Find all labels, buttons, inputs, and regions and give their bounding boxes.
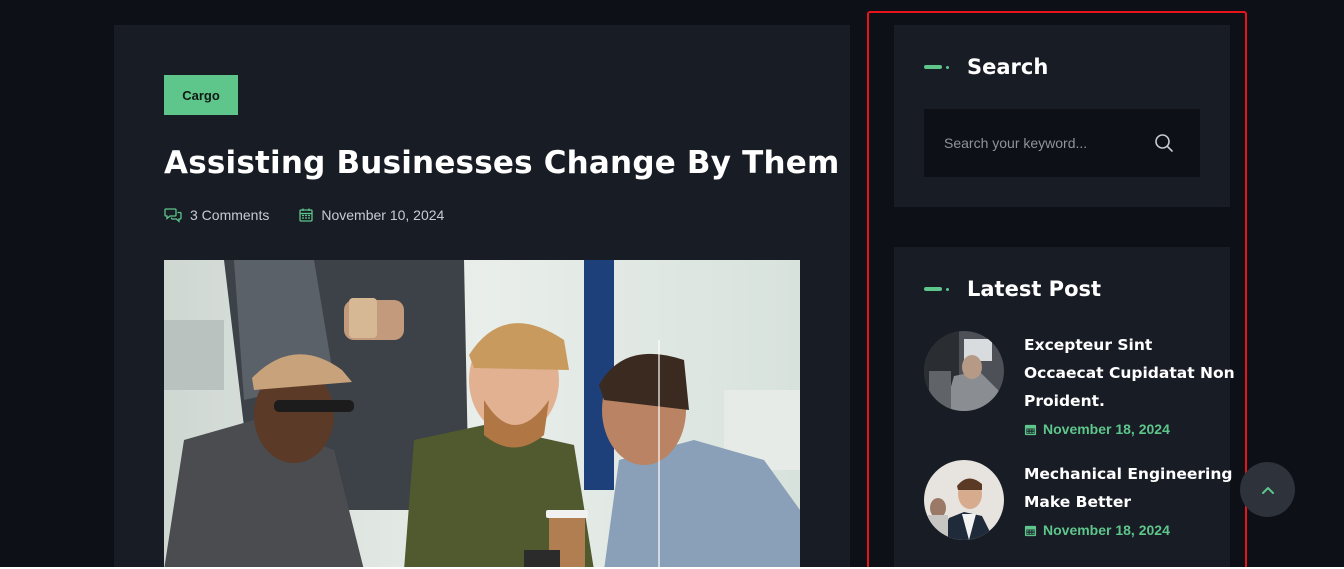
article-title[interactable]: Assisting Businesses Change By Them: [164, 145, 840, 181]
chevron-up-icon: [1261, 486, 1274, 494]
comments-count: 3 Comments: [190, 207, 270, 223]
article-meta: 3 Comments November 10, 2024: [164, 207, 444, 223]
team-meeting-photo: [164, 260, 800, 569]
comments-meta[interactable]: 3 Comments: [164, 207, 269, 223]
blog-article-card: Cargo Assisting Businesses Change By The…: [114, 25, 850, 569]
date-meta: November 10, 2024: [299, 207, 444, 223]
comments-icon: [164, 208, 182, 223]
article-hero-image[interactable]: [164, 260, 800, 569]
calendar-icon: [299, 208, 314, 222]
scroll-to-top-button[interactable]: [1240, 462, 1295, 517]
article-date: November 10, 2024: [321, 207, 445, 223]
sidebar-highlight-outline: [867, 11, 1247, 569]
category-badge[interactable]: Cargo: [164, 75, 238, 115]
